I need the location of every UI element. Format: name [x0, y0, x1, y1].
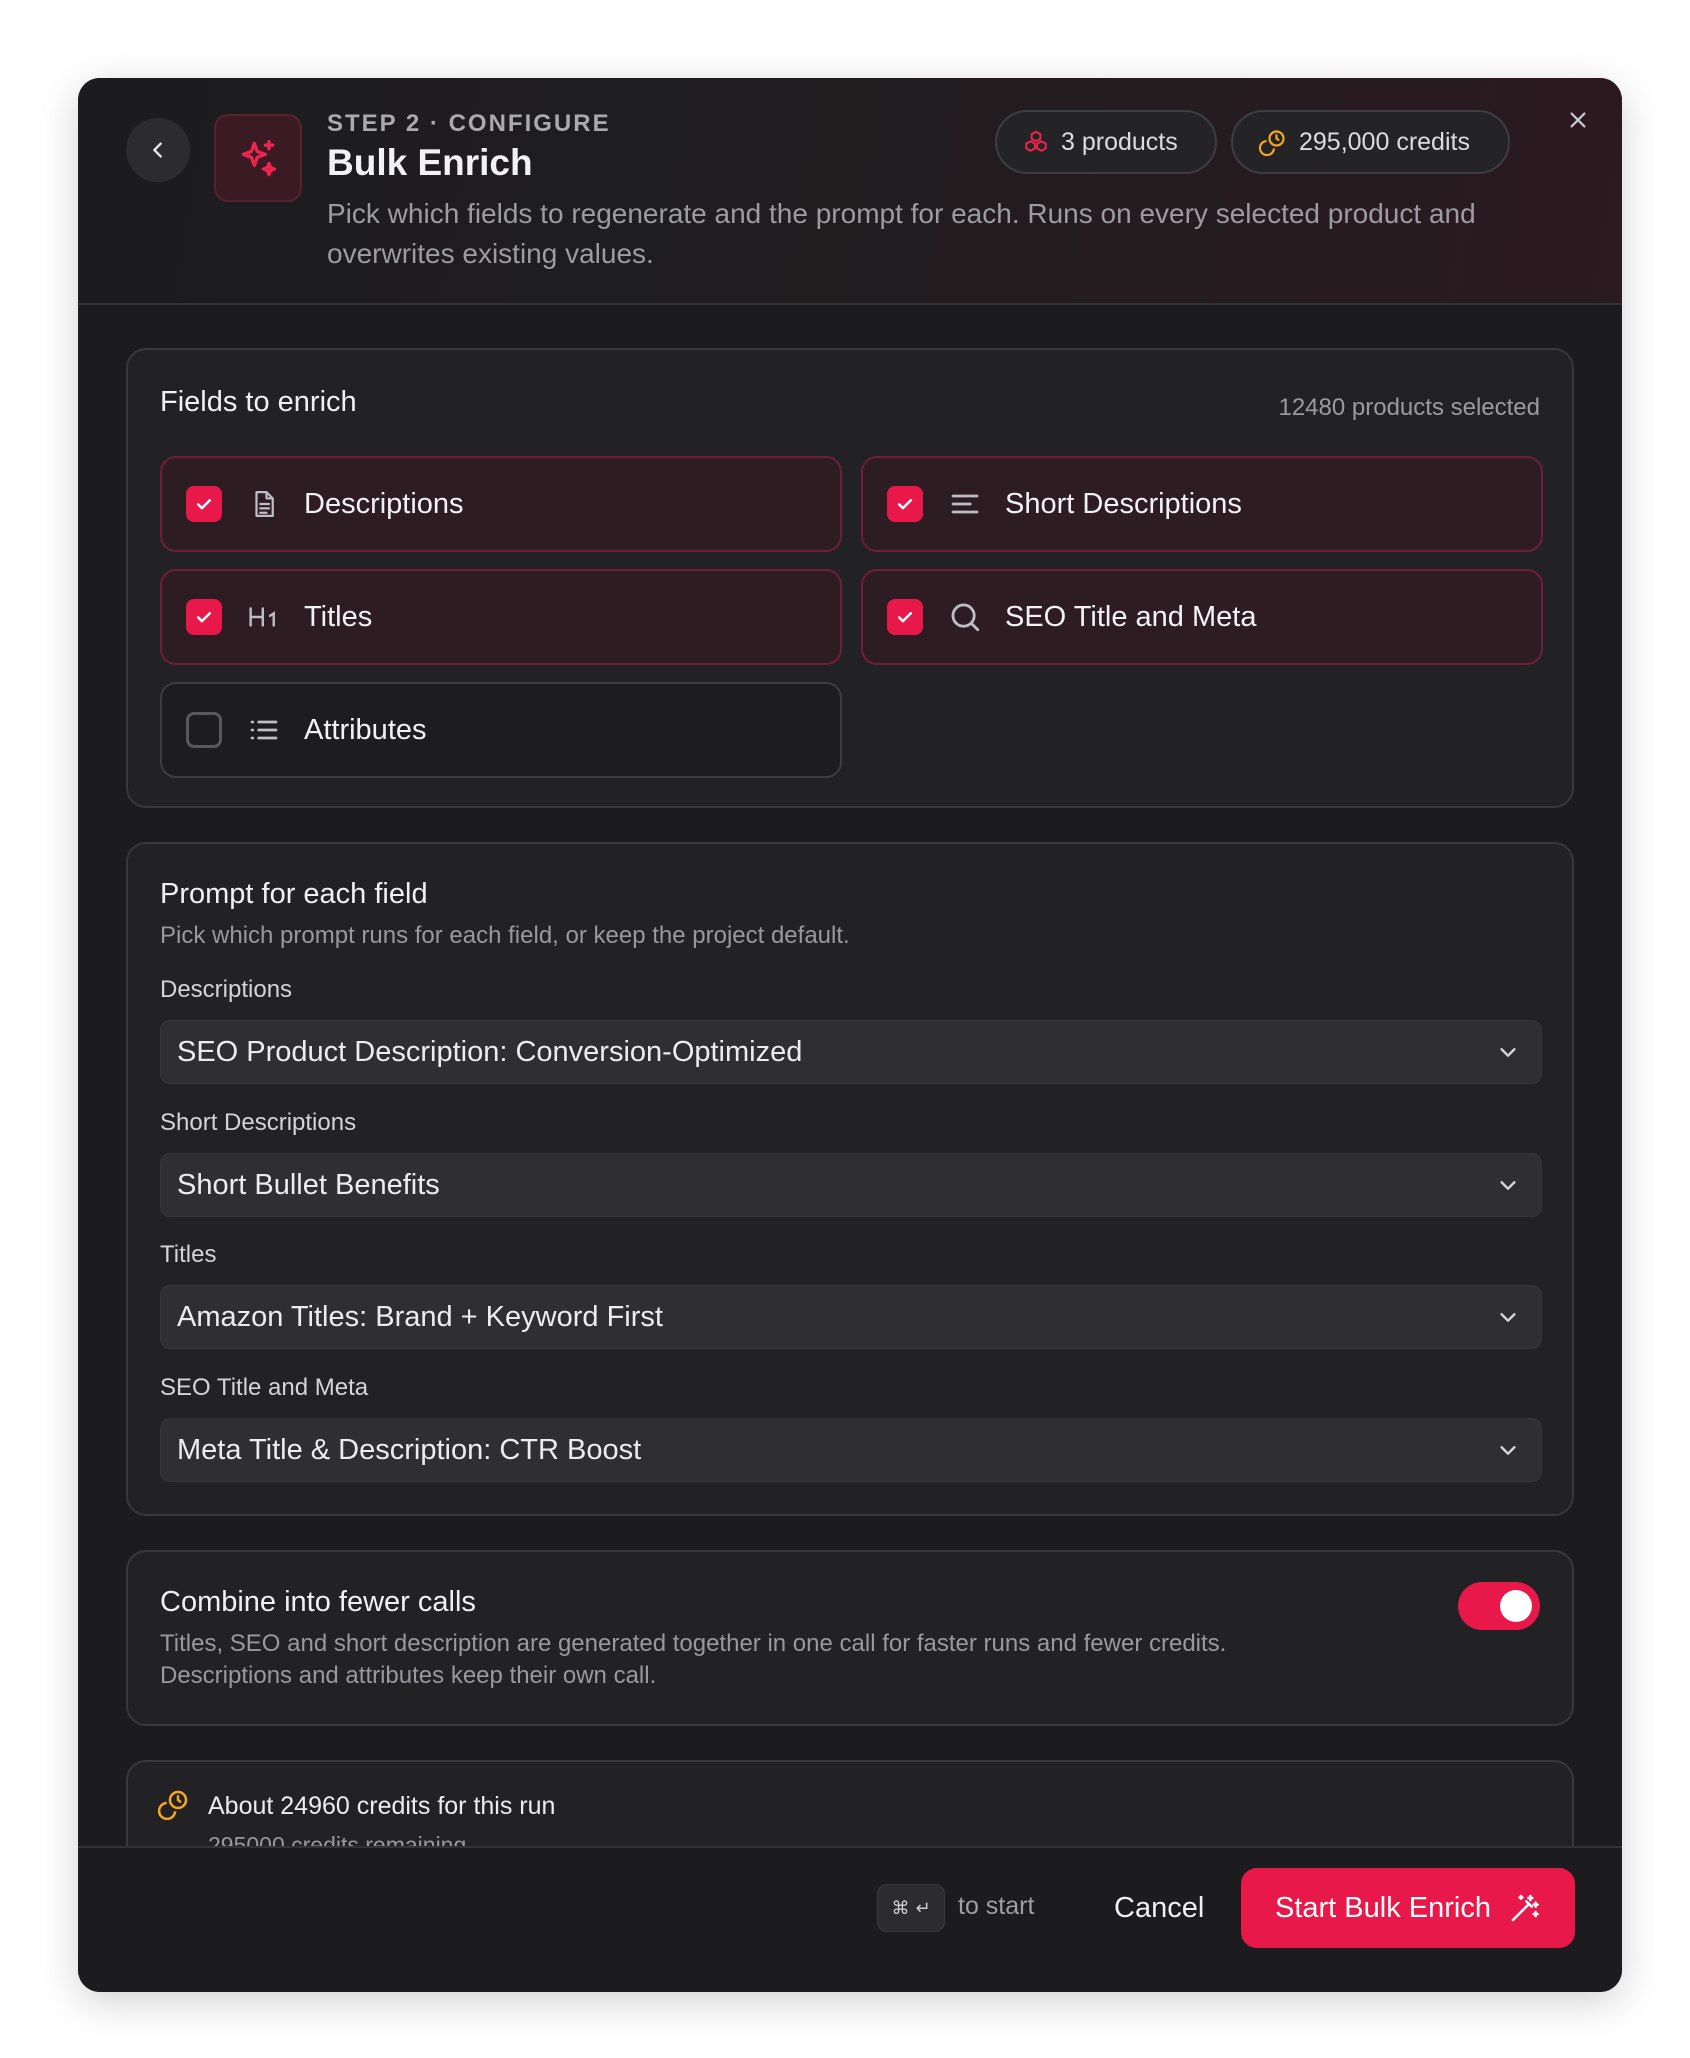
close-button[interactable]	[1556, 98, 1600, 142]
cubes-icon	[1025, 130, 1047, 152]
cancel-button[interactable]: Cancel	[1094, 1876, 1224, 1940]
credits-pill: 295,000 credits	[1231, 110, 1510, 174]
products-count-pill: 3 products	[995, 110, 1217, 174]
start-bulk-enrich-button[interactable]: Start Bulk Enrich	[1241, 1868, 1575, 1948]
bulk-enrich-modal: STEP 2 · CONFIGURE Bulk Enrich Pick whic…	[78, 78, 1622, 1992]
check-icon	[897, 499, 913, 510]
combine-calls-toggle[interactable]	[1458, 1582, 1540, 1630]
check-icon	[196, 612, 212, 623]
back-button[interactable]	[126, 118, 190, 182]
coins-icon	[1259, 130, 1285, 156]
field-option-attributes[interactable]: Attributes	[160, 682, 842, 778]
combine-card-description-line1: Titles, SEO and short description are ge…	[160, 1630, 1227, 1657]
coins-icon	[158, 1790, 188, 1820]
step-label: STEP 2 · CONFIGURE	[327, 110, 611, 137]
select-label-seo-title-meta: SEO Title and Meta	[160, 1374, 369, 1401]
checkbox-checked[interactable]	[186, 599, 222, 635]
select-value: Meta Title & Description: CTR Boost	[177, 1433, 642, 1466]
field-option-titles[interactable]: Titles	[160, 569, 842, 665]
products-count-text: 3 products	[1061, 127, 1178, 156]
products-selected-count: 12480 products selected	[1278, 394, 1540, 421]
chevron-down-icon	[1500, 1048, 1516, 1057]
field-label: Short Descriptions	[1005, 487, 1242, 520]
combine-card-title: Combine into fewer calls	[160, 1586, 476, 1618]
modal-subtitle: Pick which fields to regenerate and the …	[327, 198, 1476, 269]
fields-to-enrich-card: Fields to enrich 12480 products selected…	[126, 348, 1574, 808]
combine-calls-card: Combine into fewer calls Titles, SEO and…	[126, 1550, 1574, 1726]
toggle-knob	[1500, 1590, 1532, 1622]
credits-estimate-text: About 24960 credits for this run	[208, 1792, 556, 1820]
credits-text: 295,000 credits	[1299, 127, 1470, 156]
magic-wand-icon	[1511, 1894, 1539, 1922]
field-option-descriptions[interactable]: Descriptions	[160, 456, 842, 552]
enter-key-icon: ↵	[915, 1897, 931, 1919]
modal-header: STEP 2 · CONFIGURE Bulk Enrich Pick whic…	[78, 78, 1622, 305]
check-icon	[196, 499, 212, 510]
list-icon	[246, 712, 282, 748]
command-key-icon: ⌘	[891, 1897, 910, 1919]
field-option-seo-title-meta[interactable]: SEO Title and Meta	[861, 569, 1543, 665]
keyboard-shortcut-badge: ⌘ ↵	[877, 1884, 945, 1932]
field-label: Titles	[304, 600, 373, 633]
combine-card-description-line2: Descriptions and attributes keep their o…	[160, 1662, 657, 1689]
modal-footer: ⌘ ↵ to start Cancel Start Bulk Enrich	[78, 1846, 1622, 1992]
prompt-per-field-card: Prompt for each field Pick which prompt …	[126, 842, 1574, 1516]
fields-card-title: Fields to enrich	[160, 386, 357, 418]
select-label-titles: Titles	[160, 1241, 217, 1268]
heading-h1-icon	[246, 599, 282, 635]
check-icon	[897, 612, 913, 623]
chevron-left-icon	[153, 142, 162, 158]
checkbox-unchecked[interactable]	[186, 712, 222, 748]
chevron-down-icon	[1500, 1181, 1516, 1190]
document-icon	[246, 486, 282, 522]
prompts-card-description: Pick which prompt runs for each field, o…	[160, 922, 850, 949]
field-label: SEO Title and Meta	[1005, 600, 1257, 633]
prompt-select-descriptions[interactable]: SEO Product Description: Conversion-Opti…	[160, 1020, 1542, 1084]
select-value: SEO Product Description: Conversion-Opti…	[177, 1035, 803, 1068]
search-icon	[947, 599, 983, 635]
select-value: Amazon Titles: Brand + Keyword First	[177, 1300, 663, 1333]
checkbox-checked[interactable]	[887, 599, 923, 635]
field-label: Descriptions	[304, 487, 464, 520]
prompt-select-short-descriptions[interactable]: Short Bullet Benefits	[160, 1153, 1542, 1217]
chevron-down-icon	[1500, 1446, 1516, 1455]
select-label-descriptions: Descriptions	[160, 976, 293, 1003]
prompt-select-seo-title-meta[interactable]: Meta Title & Description: CTR Boost	[160, 1418, 1542, 1482]
select-value: Short Bullet Benefits	[177, 1168, 440, 1201]
checkbox-checked[interactable]	[887, 486, 923, 522]
shortcut-hint: to start	[958, 1892, 1035, 1920]
field-label: Attributes	[304, 713, 427, 746]
close-icon	[1570, 112, 1586, 128]
select-label-short-descriptions: Short Descriptions	[160, 1109, 357, 1136]
modal-title: Bulk Enrich	[327, 142, 533, 183]
chevron-down-icon	[1500, 1313, 1516, 1322]
field-option-short-descriptions[interactable]: Short Descriptions	[861, 456, 1543, 552]
align-left-icon	[947, 486, 983, 522]
prompt-select-titles[interactable]: Amazon Titles: Brand + Keyword First	[160, 1285, 1542, 1349]
sparkles-icon	[214, 114, 302, 202]
checkbox-checked[interactable]	[186, 486, 222, 522]
prompts-card-title: Prompt for each field	[160, 878, 428, 910]
start-button-label: Start Bulk Enrich	[1275, 1891, 1491, 1924]
